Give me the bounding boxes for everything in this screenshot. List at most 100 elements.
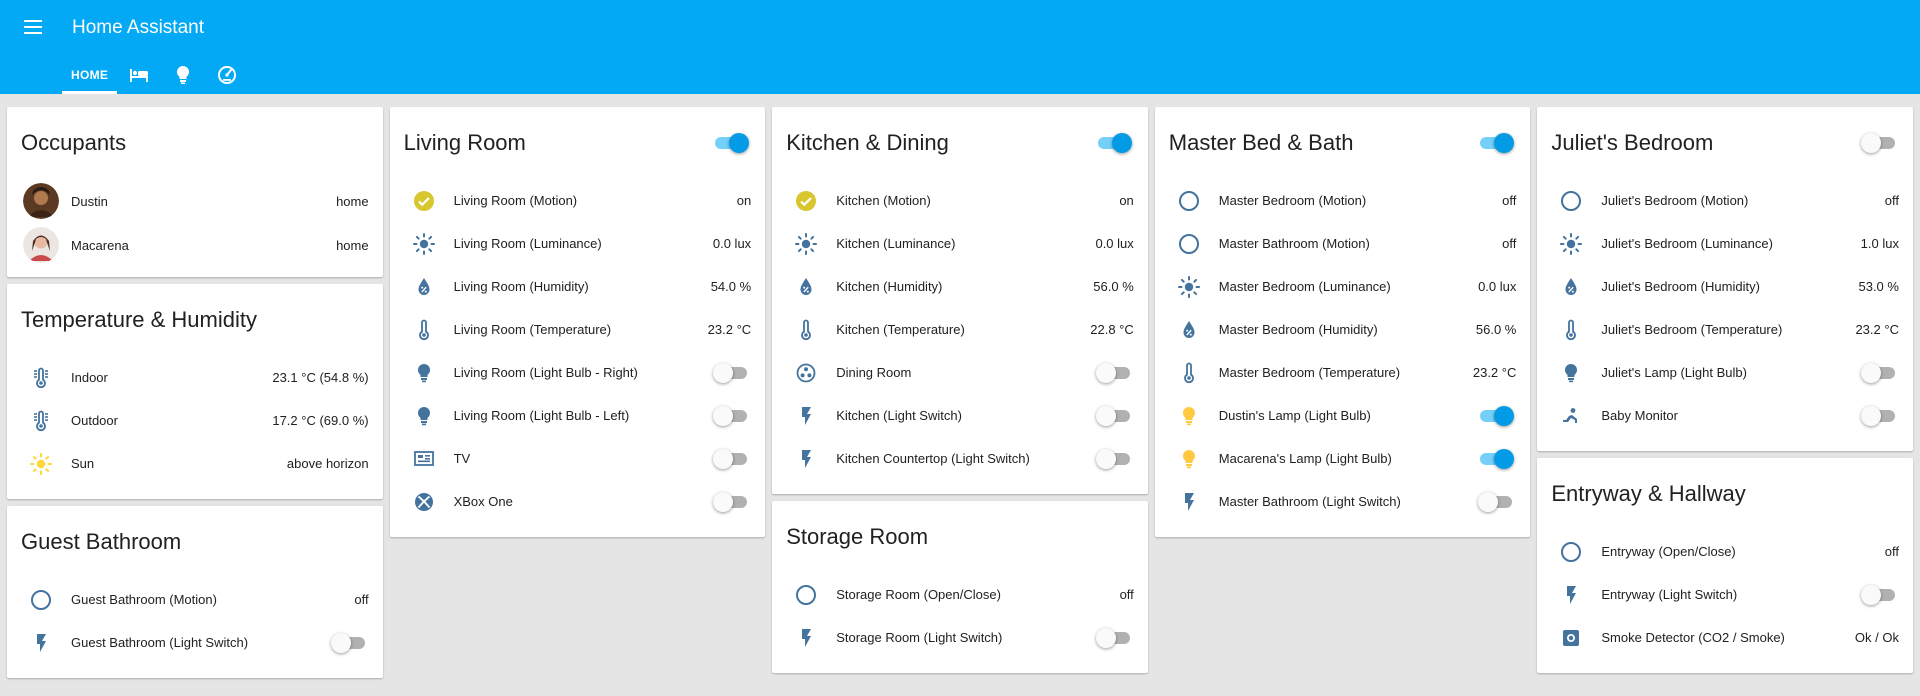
- entity-row[interactable]: XBox One: [404, 480, 752, 523]
- entity-state: Ok / Ok: [1854, 630, 1899, 645]
- entity-row[interactable]: Master Bedroom (Temperature) 23.2 °C: [1169, 351, 1517, 394]
- entity-row[interactable]: Master Bathroom (Light Switch): [1169, 480, 1517, 523]
- entity-row[interactable]: Master Bathroom (Motion) off: [1169, 222, 1516, 265]
- entity-toggle[interactable]: [1095, 448, 1132, 469]
- entity-row[interactable]: Indoor 23.1 °C (54.8 %): [21, 356, 369, 399]
- tab-bedroom[interactable]: [117, 56, 161, 94]
- entity-name: Dustin's Lamp (Light Bulb): [1218, 408, 1371, 423]
- card-title: Occupants: [21, 130, 127, 155]
- entity-row[interactable]: Juliet's Bedroom (Motion) off: [1551, 179, 1899, 222]
- entity-row[interactable]: Living Room (Humidity) 54.0 %: [404, 265, 751, 308]
- entity-row[interactable]: Entryway (Light Switch): [1551, 573, 1899, 616]
- entity-row[interactable]: Juliet's Bedroom (Humidity) 53.0 %: [1551, 265, 1899, 308]
- avatar: [21, 225, 61, 265]
- column-3: Kitchen & Dining Kitchen (Motion) on Kitc…: [772, 107, 1148, 678]
- entity-name: Living Room (Luminance): [453, 236, 602, 251]
- entity-state: 22.8 °C: [1090, 322, 1134, 337]
- entity-row[interactable]: Living Room (Temperature) 23.2 °C: [404, 308, 751, 351]
- entity-row[interactable]: Guest Bathroom (Motion) off: [21, 578, 369, 621]
- entity-row[interactable]: Master Bedroom (Motion) off: [1169, 179, 1516, 222]
- entity-row[interactable]: Storage Room (Light Switch): [786, 616, 1134, 659]
- entity-row[interactable]: Kitchen (Temperature) 22.8 °C: [786, 308, 1134, 351]
- entity-toggle[interactable]: [1095, 362, 1132, 383]
- entity-row[interactable]: TV: [404, 437, 752, 480]
- entity-row[interactable]: Living Room (Light Bulb - Right): [404, 351, 752, 394]
- entity-row[interactable]: Dustin's Lamp (Light Bulb): [1169, 394, 1517, 437]
- entity-name: Sun: [71, 456, 95, 471]
- group-toggle[interactable]: [713, 133, 750, 153]
- brightness-icon: [786, 224, 826, 264]
- entity-toggle[interactable]: [1478, 491, 1514, 512]
- entity-name: Kitchen (Luminance): [836, 236, 956, 251]
- entity-name: XBox One: [453, 494, 513, 509]
- menu-button[interactable]: [20, 14, 46, 40]
- entity-toggle[interactable]: [1860, 405, 1897, 426]
- group-toggle[interactable]: [1478, 133, 1515, 153]
- entity-row[interactable]: Living Room (Luminance) 0.0 lux: [404, 222, 751, 265]
- entity-row[interactable]: Storage Room (Open/Close) off: [786, 573, 1134, 616]
- entity-toggle[interactable]: [1860, 362, 1897, 383]
- entity-row[interactable]: Juliet's Lamp (Light Bulb): [1551, 351, 1899, 394]
- card-title: Storage Room: [786, 524, 929, 549]
- entity-toggle[interactable]: [713, 405, 749, 426]
- entity-toggle[interactable]: [1478, 448, 1515, 469]
- entity-toggle[interactable]: [713, 491, 749, 512]
- entity-toggle[interactable]: [1860, 584, 1897, 605]
- entity-name: Living Room (Motion): [453, 193, 578, 208]
- entity-row[interactable]: Kitchen (Light Switch): [786, 394, 1134, 437]
- entity-state: above horizon: [286, 456, 369, 471]
- avatar-image: [23, 183, 59, 219]
- entity-row[interactable]: Smoke Detector (CO2 / Smoke) Ok / Ok: [1551, 616, 1899, 659]
- entity-name: Master Bedroom (Temperature): [1218, 365, 1401, 380]
- entity-state: 1.0 lux: [1860, 236, 1899, 251]
- tab-gauge[interactable]: [205, 56, 249, 94]
- entity-toggle[interactable]: [1095, 627, 1132, 648]
- water-percent-icon: [1169, 310, 1209, 350]
- entity-row[interactable]: Macarena's Lamp (Light Bulb): [1169, 437, 1517, 480]
- entity-toggle[interactable]: [713, 448, 749, 469]
- circle-outline-icon: [1169, 224, 1209, 264]
- guest-bathroom-card: Guest Bathroom Guest Bathroom (Motion) o…: [7, 506, 383, 678]
- entity-row[interactable]: Living Room (Light Bulb - Left): [404, 394, 752, 437]
- avatar: [21, 181, 61, 221]
- fan-icon: [786, 353, 826, 393]
- menu-icon: [24, 20, 42, 34]
- entity-row[interactable]: Guest Bathroom (Light Switch): [21, 621, 369, 664]
- entity-row[interactable]: Kitchen (Luminance) 0.0 lux: [786, 222, 1134, 265]
- entity-row[interactable]: Master Bedroom (Luminance) 0.0 lux: [1169, 265, 1516, 308]
- occupant-state: home: [336, 193, 369, 209]
- entity-row[interactable]: Juliet's Bedroom (Temperature) 23.2 °C: [1551, 308, 1899, 351]
- group-toggle[interactable]: [1860, 133, 1897, 153]
- card-title: Kitchen & Dining: [786, 130, 949, 155]
- entity-row[interactable]: Juliet's Bedroom (Luminance) 1.0 lux: [1551, 222, 1899, 265]
- entity-row[interactable]: Kitchen (Humidity) 56.0 %: [786, 265, 1134, 308]
- entity-row[interactable]: Entryway (Open/Close) off: [1551, 530, 1899, 573]
- smoke-detector-icon: [1551, 618, 1591, 658]
- lightbulb-icon: [404, 353, 444, 393]
- entity-name: TV: [453, 451, 471, 466]
- entity-row[interactable]: Dining Room: [786, 351, 1134, 394]
- living-room-card: Living Room Living Room (Motion) on Livin…: [389, 107, 766, 537]
- entity-row[interactable]: Baby Monitor: [1551, 394, 1899, 437]
- entity-row[interactable]: Kitchen Countertop (Light Switch): [786, 437, 1134, 480]
- card-title: Guest Bathroom: [21, 529, 182, 554]
- entity-row[interactable]: Sun above horizon: [21, 442, 369, 485]
- tab-lights[interactable]: [161, 56, 205, 94]
- entity-row[interactable]: Living Room (Motion) on: [404, 179, 751, 222]
- entity-row[interactable]: Master Bedroom (Humidity) 56.0 %: [1169, 308, 1516, 351]
- entity-toggle[interactable]: [330, 632, 367, 653]
- entity-state: 23.2 °C: [1472, 365, 1517, 380]
- tab-home[interactable]: HOME: [62, 56, 118, 94]
- app-header: Home Assistant HOME: [0, 0, 1920, 94]
- entity-row[interactable]: Outdoor 17.2 °C (69.0 %): [21, 399, 369, 442]
- entity-toggle[interactable]: [1095, 405, 1132, 426]
- occupant-row[interactable]: Dustin home: [21, 179, 369, 223]
- entity-name: Juliet's Bedroom (Temperature): [1601, 322, 1783, 337]
- entity-row[interactable]: Kitchen (Motion) on: [786, 179, 1134, 222]
- entity-toggle[interactable]: [1478, 405, 1515, 426]
- group-toggle[interactable]: [1096, 133, 1132, 153]
- entity-name: Living Room (Humidity): [453, 279, 589, 294]
- flash-icon: [786, 618, 826, 658]
- entity-toggle[interactable]: [713, 362, 749, 383]
- occupant-row[interactable]: Macarena home: [21, 223, 369, 267]
